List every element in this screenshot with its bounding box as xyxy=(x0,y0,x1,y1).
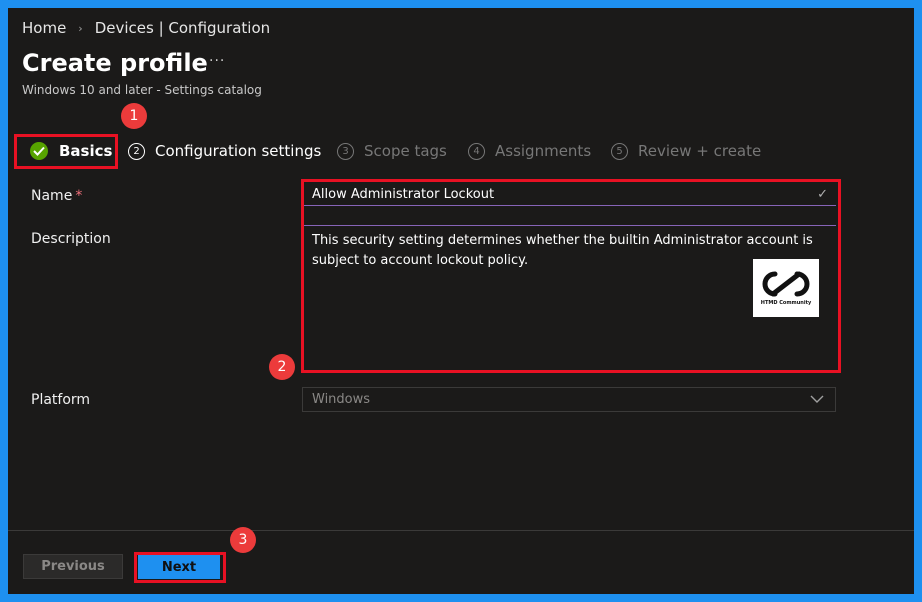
page-title: Create profile xyxy=(22,49,208,77)
annotation-badge-2: 2 xyxy=(269,354,295,380)
tab-assignments-label: Assignments xyxy=(495,142,592,160)
step-number: 4 xyxy=(468,142,485,160)
chevron-right-icon: › xyxy=(78,21,83,35)
platform-select-value: Windows xyxy=(312,392,371,407)
highlight-box-name-description xyxy=(301,179,841,373)
tab-scope-tags[interactable]: 3 Scope tags xyxy=(337,139,447,163)
name-label-text: Name xyxy=(31,188,73,204)
create-profile-panel: Home › Devices | Configuration Create pr… xyxy=(8,8,914,594)
tab-configuration-settings-label: Configuration settings xyxy=(155,142,322,160)
breadcrumb: Home › Devices | Configuration xyxy=(22,19,270,37)
step-number: 3 xyxy=(337,142,354,160)
page-subtitle: Windows 10 and later - Settings catalog xyxy=(22,83,262,97)
platform-label: Platform xyxy=(31,392,91,408)
previous-button[interactable]: Previous xyxy=(23,554,123,579)
footer-divider xyxy=(8,530,914,531)
tab-review-create-label: Review + create xyxy=(638,142,762,160)
highlight-box-next xyxy=(134,552,226,583)
tab-configuration-settings[interactable]: 2 Configuration settings xyxy=(128,139,321,163)
step-number: 5 xyxy=(611,142,628,160)
breadcrumb-home-link[interactable]: Home xyxy=(22,19,66,37)
more-options-icon[interactable]: ··· xyxy=(209,53,225,69)
tab-assignments[interactable]: 4 Assignments xyxy=(468,139,591,163)
tab-scope-tags-label: Scope tags xyxy=(364,142,447,160)
platform-select[interactable]: Windows xyxy=(302,387,836,412)
annotation-badge-3: 3 xyxy=(230,527,256,553)
highlight-box-basics xyxy=(14,134,118,169)
tab-review-create[interactable]: 5 Review + create xyxy=(611,139,761,163)
name-label: Name * xyxy=(31,188,82,204)
chevron-down-icon xyxy=(809,392,825,410)
step-number: 2 xyxy=(128,142,145,160)
annotation-badge-1: 1 xyxy=(121,103,147,129)
required-marker: * xyxy=(75,188,83,204)
description-label: Description xyxy=(31,231,111,247)
breadcrumb-devices-configuration-link[interactable]: Devices | Configuration xyxy=(95,19,270,37)
